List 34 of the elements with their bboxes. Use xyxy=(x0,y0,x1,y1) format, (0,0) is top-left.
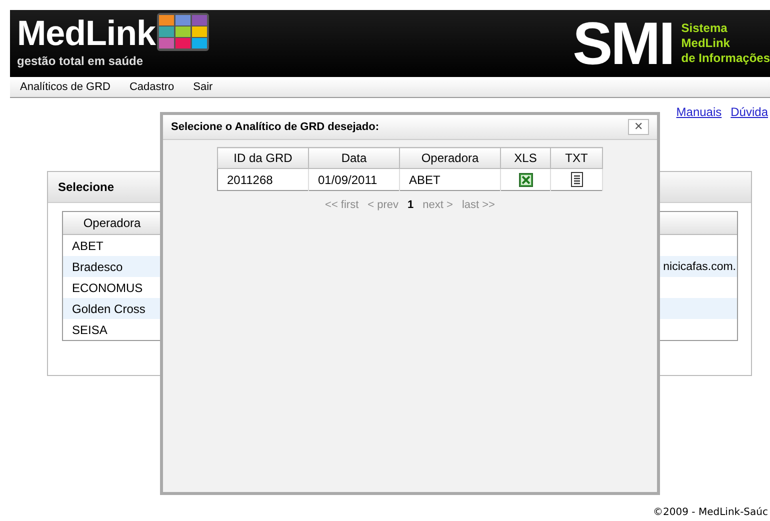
color-grid-icon xyxy=(157,13,210,51)
column-header: XLS xyxy=(500,148,550,168)
table-cell: SEISA xyxy=(72,322,108,336)
text-document-icon[interactable] xyxy=(570,172,582,188)
logo-text: MedLink xyxy=(17,16,156,52)
column-header: ID da GRD xyxy=(218,148,308,168)
system-name-line: Sistema xyxy=(681,21,728,36)
pagination-link[interactable]: 1 xyxy=(408,199,414,211)
table-cell: 01/09/2011 xyxy=(308,168,400,190)
system-name-line: de Informações xyxy=(681,51,770,66)
menu-item[interactable]: Analíticos de GRD xyxy=(20,81,110,93)
column-header: TXT xyxy=(550,148,602,168)
table-cell: Golden Cross xyxy=(72,302,146,316)
table-cell: Bradesco xyxy=(72,260,123,274)
copyright-text: ©2009 - MedLink-Saúc xyxy=(653,507,768,518)
column-header: Operadora xyxy=(82,216,142,230)
spreadsheet-icon[interactable] xyxy=(518,172,532,187)
menu-item[interactable]: Cadastro xyxy=(129,81,174,93)
help-link[interactable]: Manuais xyxy=(676,105,722,119)
table-cell: nicicafas.com. xyxy=(663,260,736,272)
table-cell: ECONOMUS xyxy=(72,280,143,294)
column-header: Operadora xyxy=(400,148,500,168)
system-name-line: MedLink xyxy=(681,36,731,51)
menu-item[interactable]: Sair xyxy=(193,81,213,93)
table-cell: ABET xyxy=(72,238,104,252)
dialog-title: Selecione o Analítico de GRD desejado: xyxy=(171,121,380,133)
column-header: Data xyxy=(308,148,400,168)
panel-title: Selecione xyxy=(58,180,114,194)
close-button[interactable]: ✕ xyxy=(628,119,649,135)
table-cell: ABET xyxy=(400,168,500,190)
system-logo-text: SMI xyxy=(572,16,674,72)
help-link[interactable]: Dúvida xyxy=(730,105,768,119)
tagline: gestão total em saúde xyxy=(17,54,144,68)
table-cell: 2011268 xyxy=(218,168,308,190)
